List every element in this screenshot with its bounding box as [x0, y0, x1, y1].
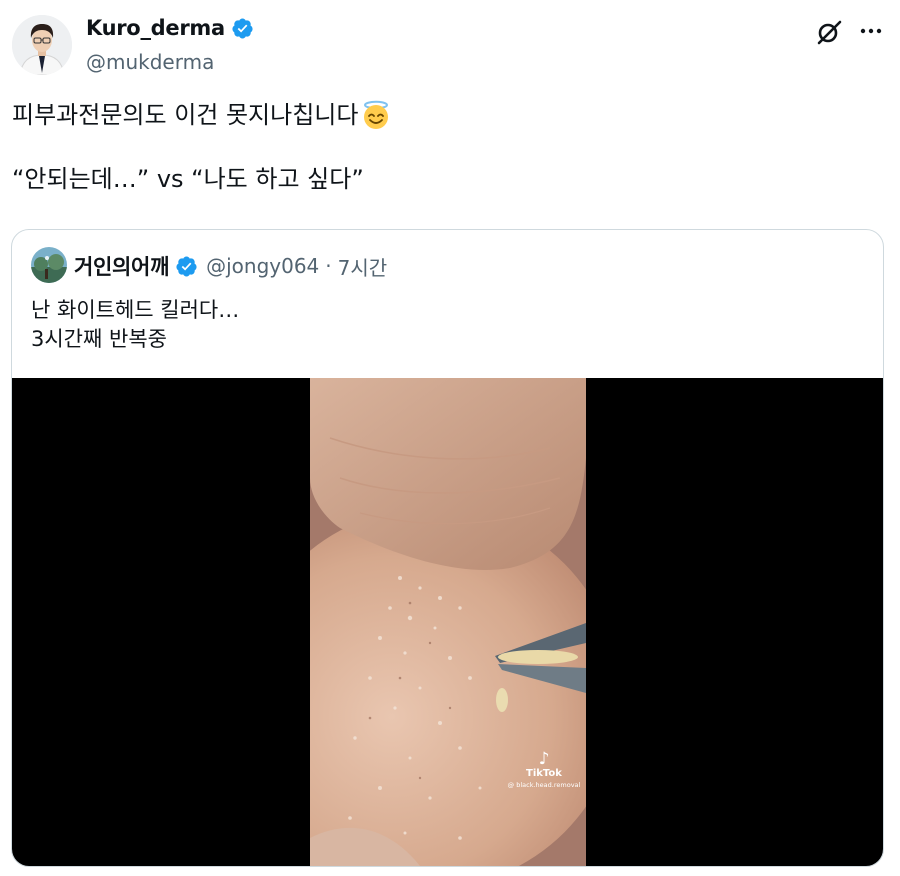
tiktok-brand-label: TikTok	[526, 768, 562, 779]
grok-icon[interactable]	[815, 18, 843, 46]
tweet-text-line-1-content: 피부과전문의도 이건 못지나칩니다	[12, 101, 359, 129]
tweet-text-line-1: 피부과전문의도 이건 못지나칩니다	[12, 98, 392, 132]
quoted-author-avatar[interactable]	[31, 247, 67, 283]
author-handle[interactable]: @mukderma	[86, 50, 214, 74]
tiktok-watermark: ♪ TikTok @ black.head.removal	[502, 750, 586, 789]
tweet-text: 피부과전문의도 이건 못지나칩니다 “안되는데…” vs “나도 하고 싶다”	[12, 98, 392, 196]
quoted-tweet-header: 거인의어깨 @jongy064 · 7시간	[74, 251, 387, 281]
quoted-tweet-card[interactable]: 거인의어깨 @jongy064 · 7시간 난 화이트헤드 킬러다… 3시간째 …	[11, 229, 884, 867]
tweet-text-line-2: “안되는데…” vs “나도 하고 싶다”	[12, 165, 364, 193]
quoted-author-display-name[interactable]: 거인의어깨	[74, 251, 169, 281]
smiling-face-with-halo-icon	[364, 100, 389, 129]
more-options-icon[interactable]	[858, 20, 884, 42]
doctor-avatar-icon	[12, 15, 72, 75]
author-display-name[interactable]: Kuro_derma	[86, 16, 225, 40]
quoted-tweet-text-line-1: 난 화이트헤드 킬러다…	[31, 298, 240, 322]
header-separator: ·	[325, 254, 332, 278]
quoted-tweet-text-line-2: 3시간째 반복중	[31, 327, 167, 351]
author-avatar[interactable]	[12, 15, 72, 75]
verified-badge-icon	[232, 17, 253, 39]
quoted-author-handle[interactable]: @jongy064	[206, 254, 319, 278]
video-thumbnail	[310, 378, 586, 866]
quoted-tweet-timestamp[interactable]: 7시간	[338, 252, 388, 281]
quoted-tweet-text: 난 화이트헤드 킬러다… 3시간째 반복중	[31, 296, 239, 354]
quoted-tweet-video[interactable]: ♪ TikTok @ black.head.removal	[12, 378, 883, 866]
landscape-avatar-icon	[31, 247, 67, 283]
tiktok-logo-icon: ♪	[538, 749, 550, 769]
tiktok-username: @ black.head.removal	[507, 781, 581, 789]
verified-badge-icon	[176, 255, 197, 277]
author-name-row: Kuro_derma	[86, 16, 254, 40]
